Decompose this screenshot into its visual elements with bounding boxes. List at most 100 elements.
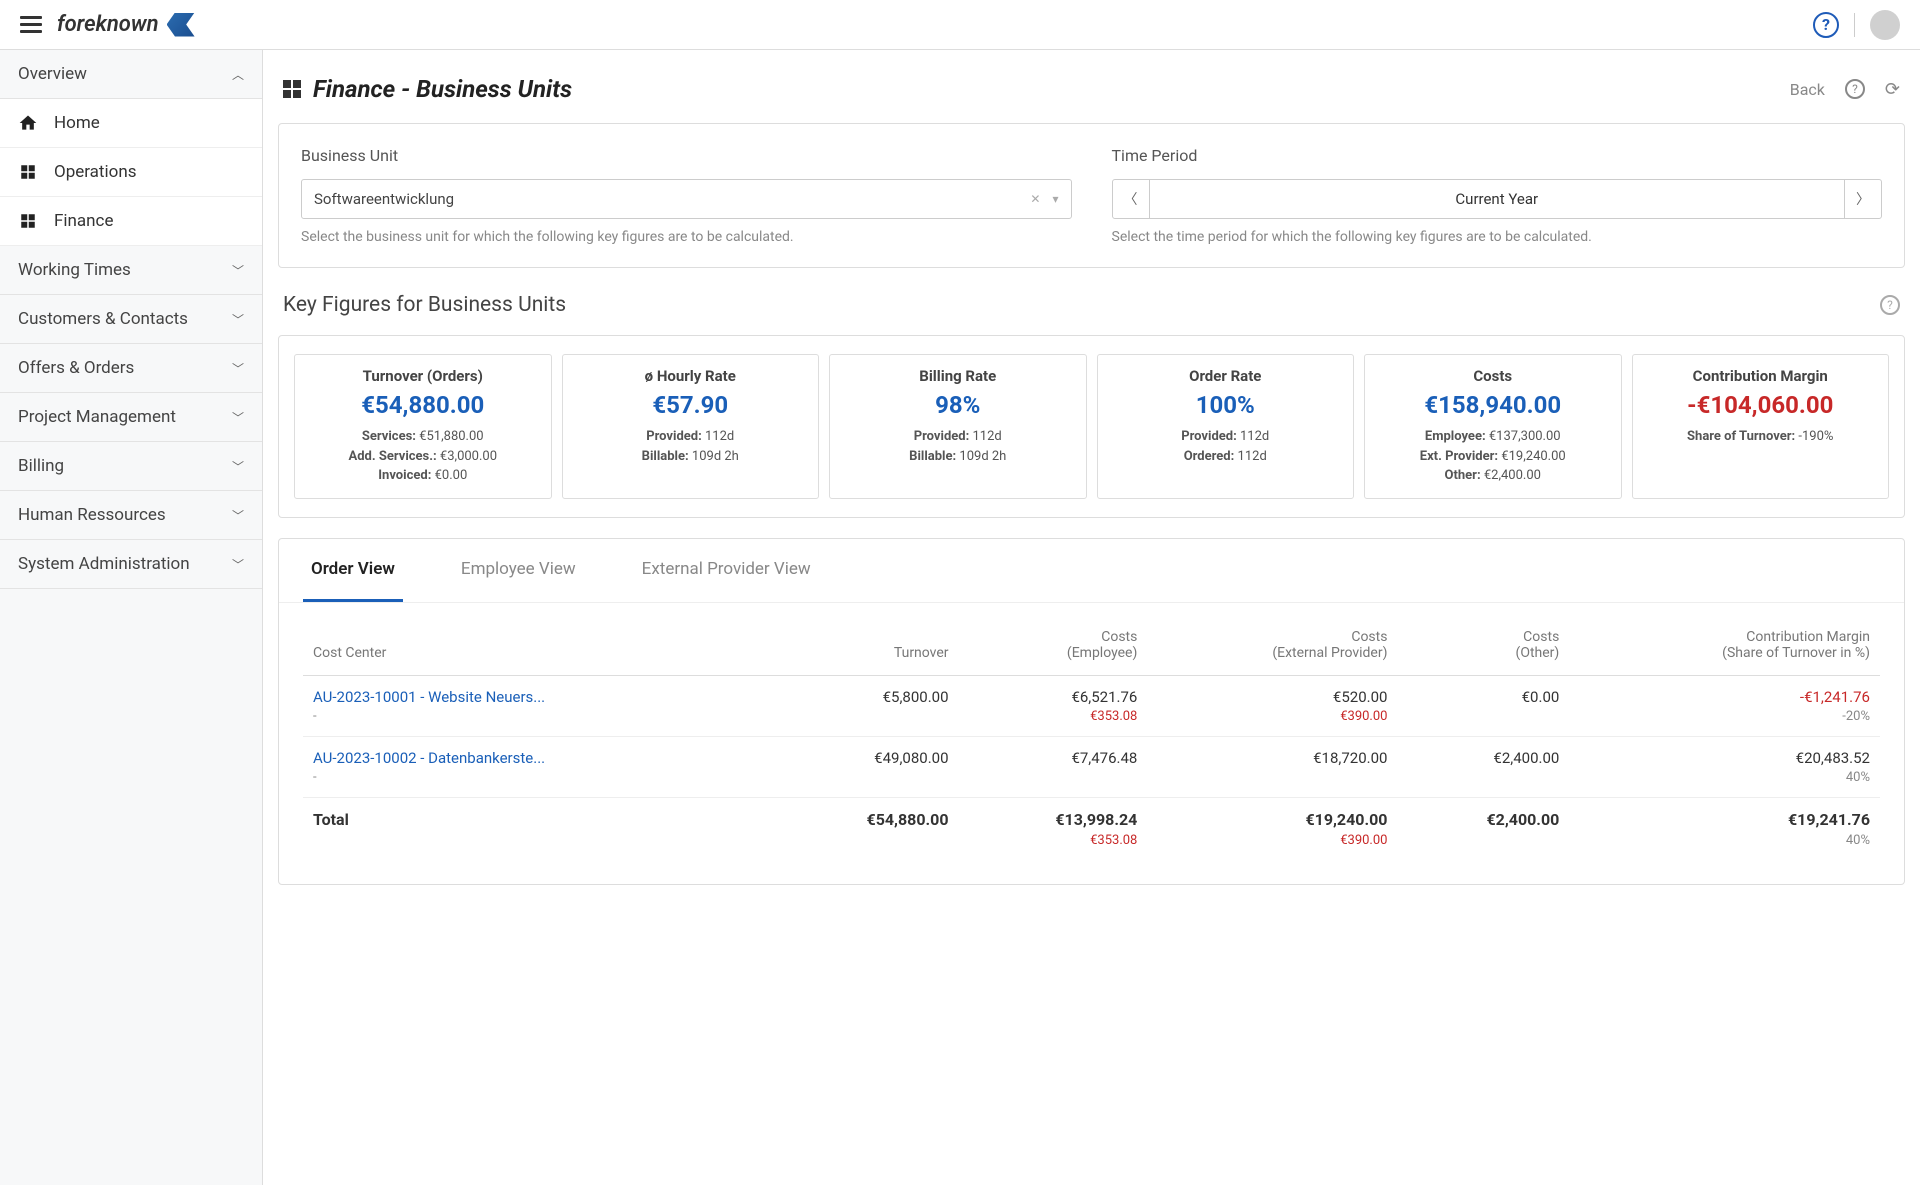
sidebar-item-label: Operations	[54, 162, 137, 182]
home-icon	[18, 113, 38, 133]
help-outline-icon[interactable]: ?	[1880, 295, 1900, 315]
section-title: Key Figures for Business Units	[283, 293, 566, 317]
help-outline-icon[interactable]: ?	[1845, 79, 1865, 99]
brand-name: foreknown	[57, 12, 159, 37]
chevron-down-icon[interactable]: ▾	[1052, 192, 1058, 206]
avatar[interactable]	[1870, 10, 1900, 40]
period-prev-button[interactable]: 〈	[1112, 179, 1150, 219]
nav-group-offers-orders[interactable]: Offers & Orders ﹀	[0, 344, 262, 393]
nav-group-overview[interactable]: Overview ︿	[0, 50, 262, 99]
nav-group-label: Working Times	[18, 260, 131, 280]
kpi-order-rate: Order Rate 100% Provided: 112d Ordered: …	[1097, 354, 1355, 499]
kpi-value: 100%	[1106, 391, 1346, 419]
tabs: Order View Employee View External Provid…	[279, 539, 1904, 603]
tab-external-provider-view[interactable]: External Provider View	[634, 539, 819, 602]
content: Finance - Business Units Back ? ⟳ Busine…	[263, 50, 1920, 1185]
kpi-value: -€104,060.00	[1641, 391, 1881, 419]
kpi-contribution-margin: Contribution Margin -€104,060.00 Share o…	[1632, 354, 1890, 499]
period-next-button[interactable]: 〉	[1844, 179, 1882, 219]
grid-icon	[18, 162, 38, 182]
tab-employee-view[interactable]: Employee View	[453, 539, 584, 602]
page-title: Finance - Business Units	[283, 75, 572, 103]
chevron-down-icon: ﹀	[232, 360, 244, 377]
nav-group-label: Human Ressources	[18, 505, 166, 525]
sidebar-item-home[interactable]: Home	[0, 99, 262, 148]
kpi-detail: Employee: €137,300.00 Ext. Provider: €19…	[1373, 427, 1613, 486]
nav-group-working-times[interactable]: Working Times ﹀	[0, 246, 262, 295]
sidebar-item-operations[interactable]: Operations	[0, 148, 262, 197]
filter-time-period: Time Period 〈 Current Year 〉 Select the …	[1112, 146, 1883, 245]
chevron-down-icon: ﹀	[232, 311, 244, 328]
nav-group-label: Offers & Orders	[18, 358, 134, 378]
kpi-title: Turnover (Orders)	[303, 367, 543, 385]
kpi-detail: Share of Turnover: -190%	[1641, 427, 1881, 447]
kpi-value: €57.90	[571, 391, 811, 419]
nav-group-label: Customers & Contacts	[18, 309, 188, 329]
dashboard-icon	[283, 80, 301, 98]
period-value[interactable]: Current Year	[1150, 179, 1845, 219]
kpi-hourly-rate: ø Hourly Rate €57.90 Provided: 112d Bill…	[562, 354, 820, 499]
topbar: foreknown ?	[0, 0, 1920, 50]
kpi-value: €54,880.00	[303, 391, 543, 419]
divider	[1854, 13, 1855, 37]
th-contribution-margin befinds[interactable]: Contribution Margin(Share of Turnover in…	[1569, 615, 1880, 676]
filter-help: Select the time period for which the fol…	[1112, 229, 1883, 245]
kpi-title: Costs	[1373, 367, 1613, 385]
th-turnover[interactable]: Turnover	[770, 615, 959, 676]
brand-mark-icon	[167, 13, 195, 37]
filter-card: Business Unit Softwareentwicklung ✕ ▾ Se…	[278, 123, 1905, 268]
period-selector: 〈 Current Year 〉	[1112, 179, 1883, 219]
grid-icon	[18, 211, 38, 231]
business-unit-select[interactable]: Softwareentwicklung ✕ ▾	[301, 179, 1072, 219]
filter-business-unit: Business Unit Softwareentwicklung ✕ ▾ Se…	[301, 146, 1072, 245]
th-costs-employee[interactable]: Costs(Employee)	[959, 615, 1148, 676]
kpi-costs: Costs €158,940.00 Employee: €137,300.00 …	[1364, 354, 1622, 499]
brand-logo[interactable]: foreknown	[57, 12, 195, 37]
chevron-up-icon: ︿	[232, 66, 244, 83]
chevron-down-icon: ﹀	[232, 409, 244, 426]
nav-group-human-resources[interactable]: Human Ressources ﹀	[0, 491, 262, 540]
tabs-card: Order View Employee View External Provid…	[278, 538, 1905, 885]
orders-table: Cost Center Turnover Costs(Employee) Cos…	[303, 615, 1880, 860]
sidebar-item-finance[interactable]: Finance	[0, 197, 262, 246]
kpi-detail: Provided: 112d Billable: 109d 2h	[838, 427, 1078, 466]
refresh-icon[interactable]: ⟳	[1885, 79, 1900, 100]
nav-group-label: Overview	[18, 64, 87, 84]
filter-label: Time Period	[1112, 146, 1883, 165]
kpi-detail: Provided: 112d Ordered: 112d	[1106, 427, 1346, 466]
chevron-down-icon: ﹀	[232, 458, 244, 475]
table-total-row: Total€54,880.00€13,998.24€353.08€19,240.…	[303, 797, 1880, 860]
th-costs-external[interactable]: Costs(External Provider)	[1147, 615, 1397, 676]
order-link[interactable]: AU-2023-10001 - Website Neuers...	[313, 688, 545, 706]
back-link[interactable]: Back	[1790, 80, 1825, 99]
nav-group-billing[interactable]: Billing ﹀	[0, 442, 262, 491]
kpi-value: 98%	[838, 391, 1078, 419]
kpi-title: Contribution Margin	[1641, 367, 1881, 385]
th-costs-other[interactable]: Costs(Other)	[1397, 615, 1569, 676]
chevron-down-icon: ﹀	[232, 262, 244, 279]
chevron-down-icon: ﹀	[232, 507, 244, 524]
nav-group-customers-contacts[interactable]: Customers & Contacts ﹀	[0, 295, 262, 344]
page-title-text: Finance - Business Units	[313, 75, 572, 103]
nav-group-project-management[interactable]: Project Management ﹀	[0, 393, 262, 442]
kpi-turnover: Turnover (Orders) €54,880.00 Services: €…	[294, 354, 552, 499]
chevron-down-icon: ﹀	[232, 556, 244, 573]
help-icon[interactable]: ?	[1813, 12, 1839, 38]
sidebar-item-label: Home	[54, 113, 100, 133]
kpi-title: Billing Rate	[838, 367, 1078, 385]
sidebar-item-label: Finance	[54, 211, 113, 231]
nav-group-label: Billing	[18, 456, 64, 476]
topbar-left: foreknown	[20, 12, 195, 37]
clear-icon[interactable]: ✕	[1030, 192, 1040, 206]
tab-order-view[interactable]: Order View	[303, 539, 403, 602]
page-header: Finance - Business Units Back ? ⟳	[278, 75, 1905, 103]
hamburger-icon[interactable]	[20, 16, 42, 33]
topbar-right: ?	[1813, 10, 1900, 40]
table-row: AU-2023-10001 - Website Neuers...-€5,800…	[303, 675, 1880, 736]
kpi-billing-rate: Billing Rate 98% Provided: 112d Billable…	[829, 354, 1087, 499]
nav-group-system-administration[interactable]: System Administration ﹀	[0, 540, 262, 589]
filter-help: Select the business unit for which the f…	[301, 229, 1072, 245]
th-cost-center[interactable]: Cost Center	[303, 615, 770, 676]
filter-label: Business Unit	[301, 146, 1072, 165]
order-link[interactable]: AU-2023-10002 - Datenbankerste...	[313, 749, 545, 767]
